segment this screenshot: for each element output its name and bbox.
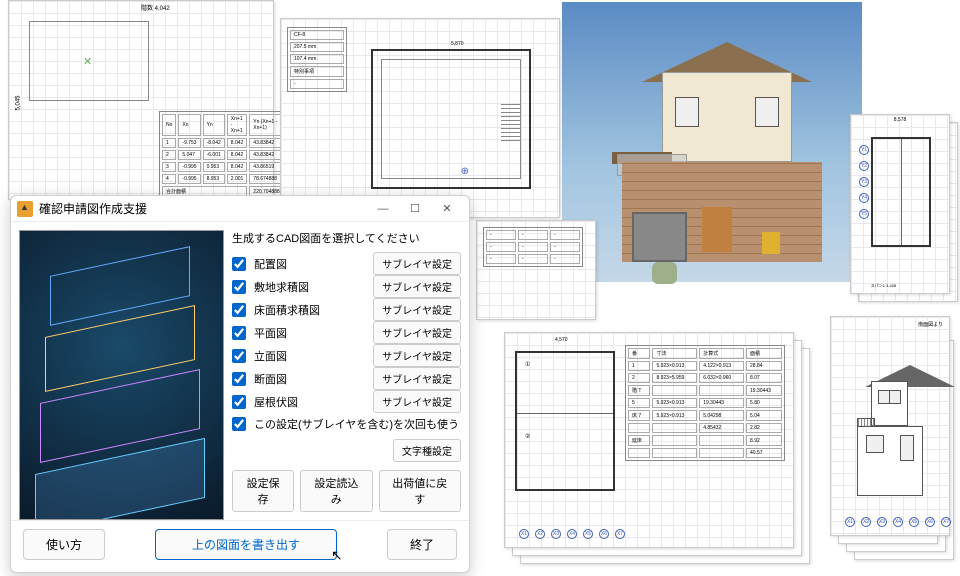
stairs-icon — [501, 101, 521, 141]
close-button[interactable]: ✕ — [431, 197, 463, 221]
north-icon: ⊕ — [461, 166, 469, 177]
house-model — [602, 32, 822, 262]
dim-label: 5,045 — [16, 95, 22, 110]
sheet-schedule: --------- — [476, 220, 596, 320]
sheet-elevation: 南面図より X1 X2 X3 X4 X5 X6 X7 — [830, 316, 950, 536]
wall-upper — [662, 72, 792, 162]
dialog-title: 確認申請図作成支援 — [39, 200, 367, 217]
legend-table: CF-8207.5 mm107.4 mm特別事項- — [287, 27, 347, 92]
chk-plan[interactable] — [232, 326, 246, 340]
grid-marker: X1 — [519, 529, 529, 539]
exit-button[interactable]: 終了 — [387, 529, 457, 560]
dim-label: 階数 4,042 — [141, 3, 170, 12]
entry-door — [702, 207, 732, 252]
grid-marker: X4 — [893, 517, 903, 527]
grid-marker: X3 — [551, 529, 561, 539]
dialog-cad-export: 確認申請図作成支援 ― ☐ ✕ 生成するCAD図面を選択してください 配置図サブ… — [10, 195, 470, 573]
grid-marker: X6 — [925, 517, 935, 527]
app-icon — [17, 201, 33, 217]
export-button[interactable]: 上の図面を書き出す — [155, 529, 337, 560]
lbl-layout: 配置図 — [254, 256, 365, 272]
chk-elevation[interactable] — [232, 349, 246, 363]
grid-marker: Y2 — [859, 161, 869, 171]
floor-outline: 5,870 ⊕ — [371, 49, 531, 189]
sheet-roomplan: 8,578 スパン1 3,428 Y1 Y2 Y3 Y4 Y5 — [850, 114, 950, 294]
grid-marker: Y4 — [859, 193, 869, 203]
sublayer-button[interactable]: サブレイヤ設定 — [373, 298, 461, 321]
grid-marker: Y3 — [859, 177, 869, 187]
lbl-save-next: この設定(サブレイヤを含む)を次回も使う — [254, 416, 461, 432]
sheet-calc: 階数 4,042 5,045 ✕ NoXnYnXn+1 - Xn+1Yn (Xn… — [8, 0, 274, 200]
maximize-button[interactable]: ☐ — [399, 197, 431, 221]
form-caption: 生成するCAD図面を選択してください — [232, 230, 461, 246]
grid-marker: Y5 — [859, 209, 869, 219]
grid-marker: X7 — [941, 517, 951, 527]
chk-section[interactable] — [232, 372, 246, 386]
garage-door — [632, 212, 687, 262]
reset-button[interactable]: 出荷値に戻す — [379, 470, 461, 512]
lbl-section: 断面図 — [254, 371, 365, 387]
mailbox — [762, 232, 780, 254]
sheet-area-calc: ① ② 4,570 番寸法計算式面積 15.923×0.9134.122×0.9… — [504, 332, 794, 548]
lbl-floor-area: 床面積求積図 — [254, 302, 365, 318]
grid-marker: X5 — [583, 529, 593, 539]
grid-marker: X6 — [599, 529, 609, 539]
render-3d — [562, 2, 862, 282]
chk-layout[interactable] — [232, 257, 246, 271]
chk-roof[interactable] — [232, 395, 246, 409]
grid-marker: Y1 — [859, 145, 869, 155]
preview-3d — [19, 230, 224, 520]
lbl-elevation: 立面図 — [254, 348, 365, 364]
grid-marker: X3 — [877, 517, 887, 527]
plan-outline: ✕ — [29, 21, 149, 101]
block-plan: ① ② — [515, 351, 615, 491]
chk-site-area[interactable] — [232, 280, 246, 294]
lbl-site-area: 敷地求積図 — [254, 279, 365, 295]
sublayer-button[interactable]: サブレイヤ設定 — [373, 275, 461, 298]
minimize-button[interactable]: ― — [367, 197, 399, 221]
titlebar: 確認申請図作成支援 ― ☐ ✕ — [11, 196, 469, 222]
room-outline — [871, 137, 931, 247]
grid-marker: X2 — [535, 529, 545, 539]
load-settings-button[interactable]: 設定読込み — [300, 470, 372, 512]
elevation-drawing — [857, 356, 923, 496]
char-settings-button[interactable]: 文字種設定 — [393, 439, 461, 462]
lbl-plan: 平面図 — [254, 325, 365, 341]
form-area: 生成するCAD図面を選択してください 配置図サブレイヤ設定 敷地求積図サブレイヤ… — [232, 230, 461, 512]
lbl-roof: 屋根伏図 — [254, 394, 365, 410]
sublayer-button[interactable]: サブレイヤ設定 — [373, 367, 461, 390]
grid-marker: X1 — [845, 517, 855, 527]
crosshair-icon: ✕ — [83, 55, 95, 67]
sublayer-button[interactable]: サブレイヤ設定 — [373, 344, 461, 367]
howto-button[interactable]: 使い方 — [23, 529, 105, 560]
sublayer-button[interactable]: サブレイヤ設定 — [373, 252, 461, 275]
grid-marker: X4 — [567, 529, 577, 539]
grid-marker: X7 — [615, 529, 625, 539]
calc-table: 番寸法計算式面積 15.923×0.9134.122×0.91328.84 28… — [625, 345, 785, 461]
chk-floor-area[interactable] — [232, 303, 246, 317]
sheet-floorplan: CF-8207.5 mm107.4 mm特別事項- 5,870 ⊕ — [280, 18, 560, 218]
chk-save-next[interactable] — [232, 417, 246, 431]
grid-marker: X2 — [861, 517, 871, 527]
scooter — [652, 262, 677, 284]
sublayer-button[interactable]: サブレイヤ設定 — [373, 390, 461, 413]
save-settings-button[interactable]: 設定保存 — [232, 470, 294, 512]
sublayer-button[interactable]: サブレイヤ設定 — [373, 321, 461, 344]
grid-marker: X5 — [909, 517, 919, 527]
